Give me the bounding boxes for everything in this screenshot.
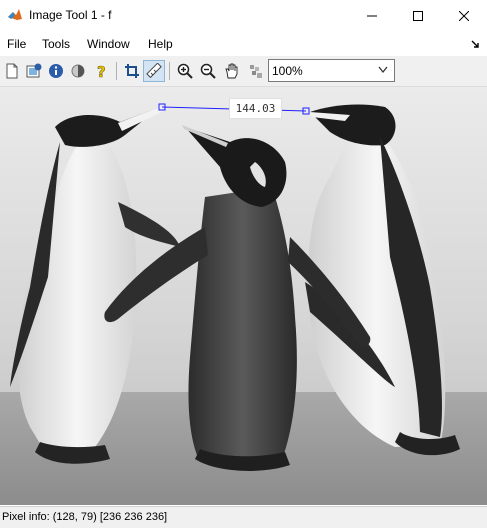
- toolbar-separator: [116, 62, 117, 80]
- menu-tools[interactable]: Tools: [42, 37, 70, 51]
- zoom-in-icon: [177, 63, 193, 79]
- info-icon: [49, 64, 63, 78]
- image-display[interactable]: [0, 87, 487, 505]
- new-window-button[interactable]: [1, 60, 23, 82]
- distance-tool-button[interactable]: [143, 60, 165, 82]
- toolbar-separator: [169, 62, 170, 80]
- crop-icon: [125, 64, 139, 78]
- zoom-out-button[interactable]: [197, 60, 219, 82]
- distance-label[interactable]: 144.03: [229, 98, 282, 119]
- zoom-in-button[interactable]: [174, 60, 196, 82]
- pixel-info: Pixel info: (128, 79) [236 236 236]: [2, 511, 168, 523]
- maximize-icon: [413, 11, 423, 21]
- pixel-region-button[interactable]: [245, 60, 267, 82]
- svg-text:?: ?: [97, 63, 106, 79]
- hand-icon: [225, 63, 238, 79]
- matlab-icon: [8, 9, 22, 20]
- image-info-icon: [26, 63, 42, 78]
- dock-arrow-icon[interactable]: [471, 38, 481, 48]
- zoom-out-icon: [200, 63, 216, 79]
- ruler-icon: [146, 63, 162, 79]
- maximize-button[interactable]: [395, 0, 441, 32]
- menu-file[interactable]: File: [7, 37, 26, 51]
- chevron-down-icon: [378, 66, 388, 74]
- menu-bar: File Tools Window Help: [0, 32, 487, 56]
- question-icon: ?: [97, 63, 106, 79]
- menu-window[interactable]: Window: [87, 37, 130, 51]
- contrast-button[interactable]: [67, 60, 89, 82]
- minimize-button[interactable]: [349, 0, 395, 32]
- help-button[interactable]: ?: [91, 60, 113, 82]
- crop-button[interactable]: [121, 60, 143, 82]
- pixel-region-icon: [250, 65, 262, 78]
- close-icon: [459, 11, 469, 21]
- information-button[interactable]: [45, 60, 67, 82]
- zoom-value: 100%: [272, 64, 303, 78]
- status-bar: Pixel info: (128, 79) [236 236 236]: [0, 506, 487, 528]
- menu-help[interactable]: Help: [148, 37, 173, 51]
- pan-button[interactable]: [221, 60, 243, 82]
- title-bar: Image Tool 1 - f: [0, 0, 487, 32]
- contrast-icon: [71, 64, 85, 78]
- minimize-icon: [367, 15, 377, 17]
- close-button[interactable]: [441, 0, 487, 32]
- penguins-image: [0, 87, 487, 505]
- window-title: Image Tool 1 - f: [29, 8, 112, 22]
- image-info-button[interactable]: [23, 60, 45, 82]
- zoom-dropdown[interactable]: 100%: [268, 59, 395, 82]
- toolbar: ?: [0, 56, 487, 87]
- document-icon: [6, 63, 18, 79]
